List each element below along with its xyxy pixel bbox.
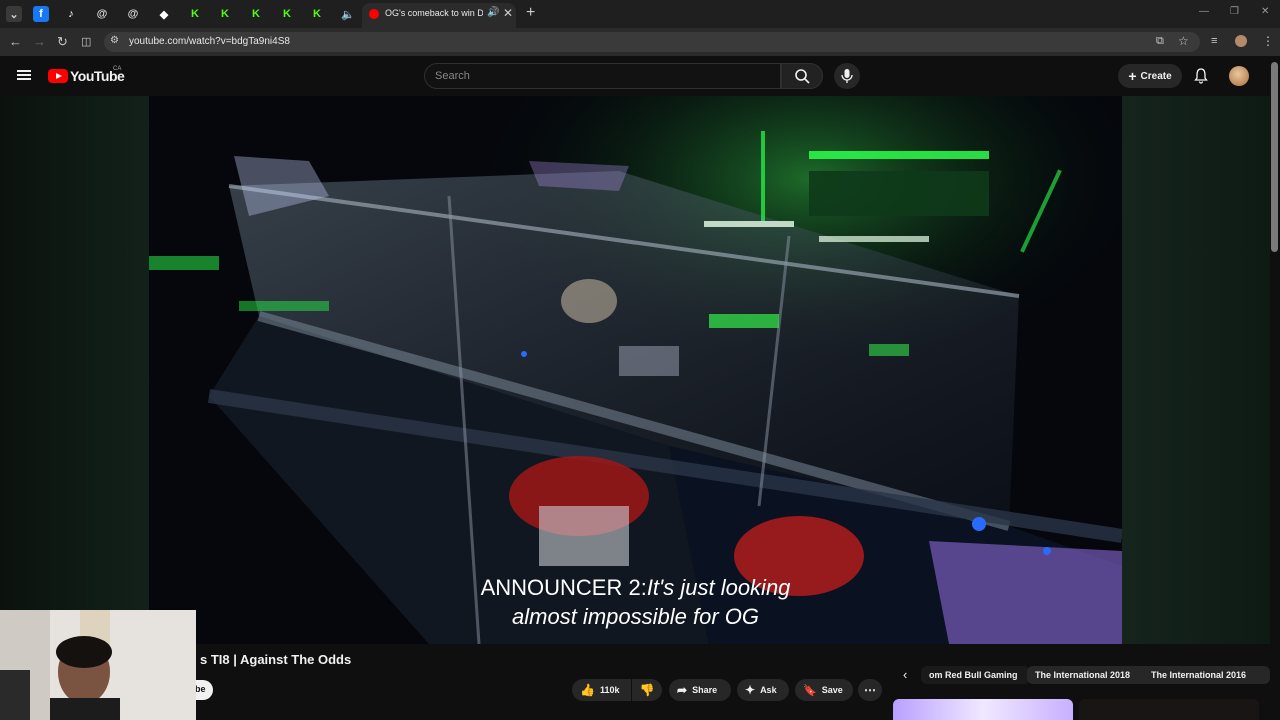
microphone-icon: [841, 69, 853, 83]
caption-line-1: It's just looking: [646, 575, 791, 600]
plus-icon: +: [1128, 68, 1137, 84]
tab-close-icon[interactable]: ✕: [503, 6, 513, 20]
more-icon: ⋯: [864, 683, 876, 697]
chip-ti-2018[interactable]: The International 2018: [1027, 666, 1154, 684]
create-label: Create: [1140, 70, 1172, 82]
thumbs-down-icon: 👎: [639, 683, 655, 697]
threads-tab-icon-2[interactable]: @: [125, 6, 141, 22]
split-view-icon[interactable]: ◫: [81, 35, 91, 48]
kick-tab-icon-2[interactable]: K: [217, 6, 233, 22]
like-count: 110k: [599, 685, 620, 695]
chrome-menu-icon[interactable]: ⋮: [1262, 34, 1274, 48]
chips-prev-icon[interactable]: ‹: [903, 667, 907, 682]
like-button[interactable]: 👍 110k: [572, 679, 631, 701]
kick-tab-icon-4[interactable]: K: [279, 6, 295, 22]
audio-tab-icon[interactable]: 🔈: [340, 6, 356, 22]
search-input[interactable]: [424, 63, 781, 89]
menu-icon[interactable]: [17, 70, 31, 80]
ambient-left: [0, 96, 149, 644]
kick-tab-icon-1[interactable]: K: [187, 6, 203, 22]
share-icon: ➦: [677, 683, 688, 697]
create-button[interactable]: + Create: [1118, 64, 1182, 88]
chip-red-bull[interactable]: om Red Bull Gaming: [921, 666, 1030, 684]
webcam-overlay: [0, 610, 196, 720]
thumbs-up-icon: 👍: [580, 683, 595, 697]
save-icon: 🔖: [803, 684, 817, 697]
new-tab-icon[interactable]: +: [526, 4, 535, 22]
save-button[interactable]: 🔖 Save: [795, 679, 853, 701]
account-avatar[interactable]: [1229, 66, 1249, 86]
save-label: Save: [821, 685, 843, 695]
forward-icon[interactable]: →: [33, 34, 46, 49]
share-label: Share: [692, 685, 718, 695]
more-actions-button[interactable]: ⋯: [858, 679, 882, 701]
minimize-icon[interactable]: —: [1199, 6, 1209, 17]
search-button[interactable]: [781, 63, 823, 89]
ask-button[interactable]: ✦ Ask: [737, 679, 789, 701]
related-thumbnail-2[interactable]: [1079, 699, 1259, 720]
bookmark-star-icon[interactable]: ☆: [1178, 34, 1189, 48]
caption-speaker: ANNOUNCER 2:: [480, 575, 647, 600]
search-placeholder: Search: [435, 70, 470, 82]
window-close-icon[interactable]: ✕: [1261, 6, 1269, 17]
video-title: s TI8 | Against The Odds: [200, 652, 352, 667]
url-text: youtube.com/watch?v=bdgTa9ni4S8: [129, 36, 290, 47]
reload-icon[interactable]: ↻: [57, 34, 68, 50]
chip-ti-2016[interactable]: The International 2016: [1143, 666, 1270, 684]
video-caption: ANNOUNCER 2:It's just looking almost imp…: [149, 573, 1122, 631]
video-player[interactable]: [149, 96, 1122, 644]
install-app-icon[interactable]: ⧉: [1156, 35, 1164, 48]
voice-search-button[interactable]: [834, 63, 860, 89]
caption-line-2: almost impossible for OG: [512, 604, 759, 629]
youtube-logo-icon[interactable]: [48, 69, 68, 83]
page-scrollbar[interactable]: [1271, 62, 1278, 252]
subscribe-label: be: [195, 684, 206, 694]
tab-search-icon[interactable]: ⌄: [6, 6, 22, 22]
tiktok-tab-icon[interactable]: ♪: [63, 6, 79, 22]
tab-title: OG's comeback to win DOTA: [385, 8, 483, 18]
kick-tab-icon-3[interactable]: K: [248, 6, 264, 22]
ask-label: Ask: [760, 685, 777, 695]
dislike-button[interactable]: 👎: [632, 679, 662, 701]
ambient-right: [1122, 96, 1270, 644]
youtube-favicon-icon: [369, 9, 379, 19]
media-controls-icon[interactable]: ≡: [1211, 35, 1217, 47]
back-icon[interactable]: ←: [9, 34, 22, 49]
country-code: CA: [113, 66, 122, 72]
kick-tab-icon-5[interactable]: K: [309, 6, 325, 22]
maximize-icon[interactable]: ❐: [1230, 6, 1239, 17]
facebook-tab-icon[interactable]: f: [33, 6, 49, 22]
video-frame-image: [149, 96, 1122, 644]
diamond-tab-icon[interactable]: ◆: [156, 6, 172, 22]
related-thumbnail-1[interactable]: [893, 699, 1073, 720]
threads-tab-icon[interactable]: @: [94, 6, 110, 22]
share-button[interactable]: ➦ Share: [669, 679, 731, 701]
notifications-bell-icon[interactable]: [1193, 67, 1209, 90]
tab-audio-icon[interactable]: 🔊: [487, 7, 499, 18]
search-icon: [795, 69, 810, 84]
site-info-icon[interactable]: ⚙: [110, 35, 119, 46]
sparkle-icon: ✦: [745, 683, 756, 697]
profile-avatar-icon[interactable]: [1235, 35, 1247, 47]
